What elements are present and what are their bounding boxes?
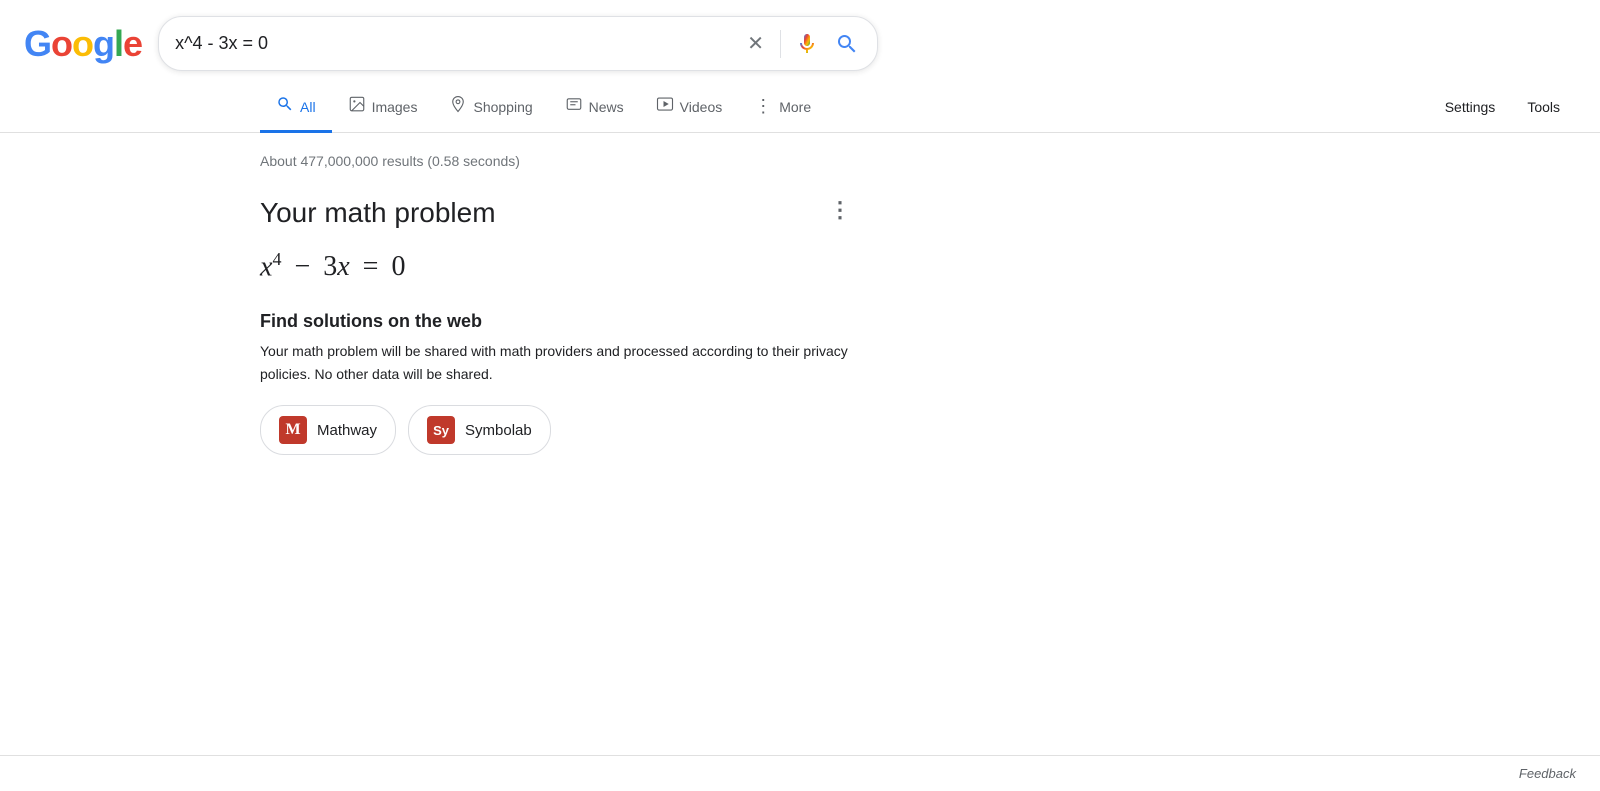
tab-videos-label: Videos — [680, 99, 723, 115]
search-icons: ✕ — [743, 27, 861, 60]
mathway-label: Mathway — [317, 422, 377, 439]
divider — [780, 30, 781, 58]
tools-link[interactable]: Tools — [1511, 87, 1576, 130]
results-count: About 477,000,000 results (0.58 seconds) — [260, 153, 900, 169]
math-card-title: Your math problem — [260, 197, 900, 229]
google-logo[interactable]: G o o g l e — [24, 23, 142, 65]
tools-label: Tools — [1527, 99, 1560, 115]
search-bar: ✕ — [158, 16, 878, 71]
tab-news-label: News — [589, 99, 624, 115]
logo-letter-o2: o — [72, 23, 93, 65]
tab-images[interactable]: Images — [332, 83, 434, 133]
microphone-icon[interactable] — [793, 30, 821, 58]
tab-news[interactable]: News — [549, 83, 640, 133]
tab-all[interactable]: All — [260, 83, 332, 133]
more-tab-icon: ⋮ — [754, 96, 773, 117]
header: G o o g l e ✕ — [0, 0, 1600, 71]
equation-3x: 3x — [323, 251, 349, 283]
tab-shopping-label: Shopping — [473, 99, 532, 115]
find-solutions-desc: Your math problem will be shared with ma… — [260, 340, 900, 385]
equation-zero: 0 — [391, 251, 405, 283]
clear-icon[interactable]: ✕ — [743, 27, 768, 60]
tab-more-label: More — [779, 99, 811, 115]
mathway-button[interactable]: M Mathway — [260, 405, 396, 455]
equation-equals: = — [356, 251, 386, 283]
logo-letter-g2: g — [93, 23, 114, 65]
images-tab-icon — [348, 95, 366, 118]
settings-link[interactable]: Settings — [1429, 87, 1512, 130]
search-tab-icon — [276, 95, 294, 118]
search-bar-wrapper: ✕ — [158, 16, 878, 71]
symbolab-icon: Sy — [427, 416, 455, 444]
search-input[interactable] — [175, 33, 743, 54]
logo-letter-e: e — [123, 23, 142, 65]
card-more-options-button[interactable]: ⋮ — [829, 197, 852, 223]
tab-videos[interactable]: Videos — [640, 83, 739, 133]
nav-right: Settings Tools — [1429, 87, 1600, 129]
bottom-bar: Feedback — [0, 755, 1600, 791]
shopping-tab-icon — [449, 95, 467, 118]
math-card: ⋮ Your math problem x4 − 3x = 0 Find sol… — [260, 189, 900, 463]
symbolab-label: Symbolab — [465, 422, 532, 439]
math-equation-display: x4 − 3x = 0 — [260, 249, 900, 283]
settings-label: Settings — [1445, 99, 1496, 115]
tab-more[interactable]: ⋮ More — [738, 84, 827, 132]
equation-minus: − — [287, 251, 317, 283]
tab-all-label: All — [300, 99, 316, 115]
logo-letter-g1: G — [24, 23, 51, 65]
equation-x: x4 — [260, 249, 281, 283]
tab-shopping[interactable]: Shopping — [433, 83, 548, 133]
news-tab-icon — [565, 95, 583, 118]
results-area: About 477,000,000 results (0.58 seconds)… — [0, 133, 900, 483]
provider-buttons: M Mathway Sy Symbolab — [260, 405, 900, 455]
mathway-icon: M — [279, 416, 307, 444]
videos-tab-icon — [656, 95, 674, 118]
symbolab-button[interactable]: Sy Symbolab — [408, 405, 551, 455]
find-solutions-title: Find solutions on the web — [260, 311, 900, 332]
search-submit-icon[interactable] — [833, 30, 861, 58]
nav-tabs: All Images Shopping New — [0, 71, 1600, 133]
tab-images-label: Images — [372, 99, 418, 115]
feedback-link[interactable]: Feedback — [1519, 766, 1576, 781]
logo-letter-l: l — [114, 23, 123, 65]
logo-letter-o1: o — [51, 23, 72, 65]
